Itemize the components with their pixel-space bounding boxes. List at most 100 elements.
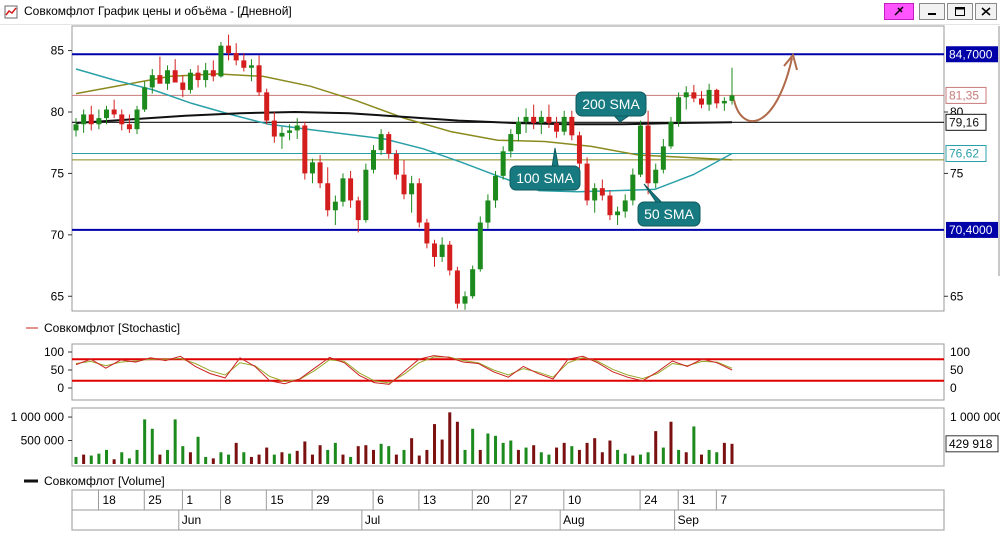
price-tag-label: 79,16 (949, 115, 979, 129)
volume-bar (112, 459, 116, 464)
volume-bar (356, 446, 360, 464)
volume-bar (318, 445, 322, 464)
volume-bar (97, 453, 101, 464)
candle-body (134, 109, 140, 130)
volume-bar (715, 452, 719, 464)
volume-bar (669, 421, 673, 464)
pin-button[interactable] (884, 3, 914, 20)
price-tick-label: 70 (51, 228, 65, 242)
price-tick-label: 65 (51, 289, 65, 303)
day-label: 8 (225, 493, 232, 507)
level-tag-label: 70,4000 (949, 223, 993, 237)
volume-bar (623, 453, 627, 464)
volume-bar (105, 449, 109, 464)
volume-bar (394, 454, 398, 464)
volume-bar (654, 431, 658, 464)
month-label: Aug (563, 513, 584, 527)
stochastic-right-tick-label: 100 (950, 345, 970, 359)
volume-bar (547, 454, 551, 464)
volume-bar (494, 435, 498, 464)
volume-bar (631, 455, 635, 464)
stochastic-legend: Совкомфлот [Stochastic] (44, 321, 180, 335)
volume-bar (158, 454, 162, 464)
candle-body (287, 130, 293, 133)
volume-bar (684, 452, 688, 464)
volume-bar (638, 454, 642, 464)
candle-body (401, 174, 407, 195)
volume-bar (440, 439, 444, 464)
volume-bar (150, 428, 154, 464)
close-button[interactable] (975, 3, 997, 20)
candle-body (500, 151, 506, 176)
candle-body (645, 125, 651, 184)
candle-body (340, 178, 346, 202)
candle-body (538, 116, 544, 124)
volume-bar (74, 456, 78, 464)
candle-body (393, 153, 399, 175)
level-tag-label: 84,7000 (949, 47, 993, 61)
candle-body (370, 150, 376, 170)
maximize-button[interactable] (947, 3, 973, 20)
candle-body (88, 114, 94, 125)
volume-bar (509, 440, 513, 464)
candle-body (195, 72, 201, 81)
candle-body (447, 244, 453, 271)
price-tick-label: 75 (51, 166, 65, 180)
candle-body (683, 92, 689, 98)
candle-body (180, 82, 186, 90)
volume-bar (562, 442, 566, 464)
candle-body (576, 135, 582, 164)
stochastic-right-tick-label: 50 (950, 363, 964, 377)
candle-body (508, 134, 514, 152)
candle-body (698, 98, 704, 105)
volume-bar (501, 442, 505, 464)
candle-body (317, 162, 323, 184)
volume-bar (310, 454, 314, 464)
sma100-callout-label: 100 SMA (516, 170, 574, 186)
stochastic-tick-label: 100 (44, 345, 64, 359)
stochastic-tick-label: 50 (51, 363, 65, 377)
candle-body (439, 244, 445, 257)
volume-bar (89, 455, 93, 464)
price-right-tick-label: 65 (950, 289, 964, 303)
candle-body (676, 97, 682, 122)
volume-bar (204, 456, 208, 464)
volume-bar (616, 449, 620, 464)
volume-bar (227, 454, 231, 464)
volume-bar (585, 442, 589, 464)
candle-body (325, 183, 331, 211)
candle-body (149, 75, 155, 88)
volume-bar (303, 441, 307, 464)
candle-body (348, 178, 354, 201)
maximize-icon (955, 7, 965, 16)
volume-bar (692, 426, 696, 464)
volume-bar (272, 454, 276, 464)
volume-bar (661, 447, 665, 464)
candle-body (668, 121, 674, 147)
candle-body (241, 60, 247, 68)
candle-body (477, 222, 483, 270)
candle-body (165, 70, 171, 84)
volume-bar (699, 454, 703, 464)
volume-bar (455, 421, 459, 464)
candle-body (554, 123, 560, 132)
candle-body (607, 195, 613, 216)
minimize-button[interactable] (919, 3, 945, 20)
volume-bar (532, 445, 536, 464)
volume-bar (410, 438, 414, 464)
month-label: Jun (182, 513, 201, 527)
candle-body (485, 200, 491, 223)
volume-bar (127, 458, 131, 464)
candle-body (630, 174, 636, 201)
candle-body (592, 188, 598, 201)
candle-body (279, 132, 285, 137)
candle-body (142, 87, 148, 110)
candle-body (363, 169, 369, 221)
candle-body (721, 100, 727, 104)
volume-bar (448, 412, 452, 464)
candle-body (386, 134, 392, 154)
candle-body (355, 200, 361, 221)
volume-bar (433, 424, 437, 464)
volume-tick-label: 1 000 000 (11, 410, 65, 424)
candle-body (615, 211, 621, 216)
